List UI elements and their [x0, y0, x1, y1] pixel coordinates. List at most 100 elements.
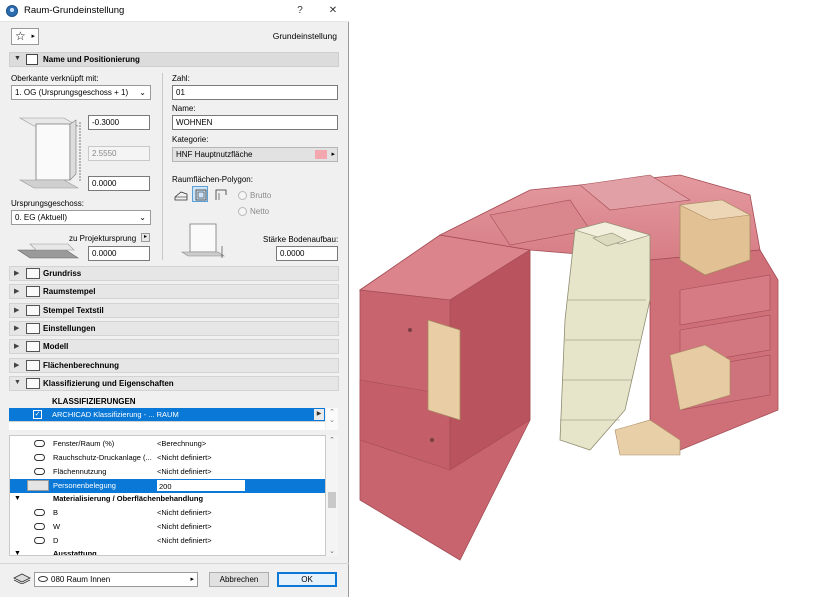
properties-scrollbar[interactable]: ⌃ ⌄ — [326, 435, 338, 556]
triangle-right-icon: ▶ — [14, 288, 20, 295]
polygon-net-button[interactable] — [192, 186, 208, 202]
polygon-gross-3d-button[interactable] — [172, 186, 188, 202]
property-group-row[interactable]: ▼ Ausstattung — [10, 547, 325, 555]
net-radio[interactable] — [238, 207, 247, 216]
property-row[interactable]: Flächennutzung <Nicht definiert> — [10, 465, 325, 479]
cancel-button[interactable]: Abbrechen — [209, 572, 269, 587]
zone-reduced-icon — [215, 189, 227, 200]
home-story-label: Ursprungsgeschoss: — [11, 199, 84, 208]
classification-heading: KLASSIFIZIERUNGEN — [52, 397, 136, 406]
property-name: B — [53, 508, 59, 517]
section-area-calculation[interactable]: ▶ Flächenberechnung — [9, 358, 339, 373]
floor-thickness-input[interactable]: 0.0000 — [276, 246, 338, 261]
polygon-label: Raumflächen-Polygon: — [172, 175, 253, 184]
property-row[interactable]: Fenster/Raum (%) <Berechnung> — [10, 437, 325, 451]
3d-viewport[interactable] — [350, 0, 822, 597]
net-label: Netto — [250, 207, 270, 216]
property-row[interactable]: B <Nicht definiert> — [10, 506, 325, 520]
origin-toggle-button[interactable]: ▸ — [141, 233, 150, 242]
help-button[interactable]: ? — [289, 3, 311, 19]
property-value: <Nicht definiert> — [157, 453, 212, 462]
triangle-right-icon: ▸ — [190, 576, 194, 583]
triangle-right-icon: ▶ — [14, 270, 20, 277]
favorites-button[interactable]: ☆ ▸ — [11, 28, 39, 45]
eye-icon — [38, 576, 48, 582]
classification-icon — [26, 378, 40, 389]
zone-net-icon — [195, 189, 207, 201]
link-icon — [34, 454, 45, 461]
section-classification[interactable]: ▼ Klassifizierung und Eigenschaften — [9, 376, 339, 391]
property-name: Flächennutzung — [53, 467, 107, 476]
section-label: Einstellungen — [43, 324, 96, 333]
panel-header-name-position[interactable]: ▼ Name und Positionierung — [9, 52, 339, 67]
panel-title: Name und Positionierung — [43, 55, 140, 64]
triangle-right-icon[interactable]: ▶ — [314, 409, 324, 420]
polygon-reduced-button[interactable] — [212, 186, 228, 202]
gross-label: Brutto — [250, 191, 272, 200]
gross-radio[interactable] — [238, 191, 247, 200]
zone-number-input[interactable]: 01 — [172, 85, 338, 100]
triangle-down-icon: ▼ — [14, 379, 21, 386]
link-icon — [34, 440, 45, 447]
classification-scrollbar[interactable]: ⌃ ⌄ — [326, 408, 338, 430]
zone-3d-icon — [174, 191, 188, 201]
classification-row-selected[interactable]: ✓ ARCHICAD Klassifizierung - ... RAUM ▶ — [9, 408, 325, 421]
link-options-button[interactable] — [27, 480, 49, 491]
text-style-icon — [26, 305, 40, 316]
close-button[interactable]: ✕ — [322, 3, 344, 19]
property-row[interactable]: D <Nicht definiert> — [10, 534, 325, 548]
bottom-offset-input[interactable]: 0.0000 — [88, 176, 150, 191]
category-select[interactable]: HNF Hauptnutzfläche ▸ — [172, 147, 338, 162]
properties-list: Fenster/Raum (%) <Berechnung> Rauchschut… — [9, 435, 326, 556]
property-name: Rauchschutz-Druckanlage (... — [53, 453, 152, 462]
section-model[interactable]: ▶ Modell — [9, 339, 339, 354]
link-icon — [34, 537, 45, 544]
triangle-right-icon: ▶ — [14, 343, 20, 350]
zone-model-3d — [358, 174, 779, 561]
floor-thickness-diagram-icon — [181, 223, 225, 258]
section-label: Klassifizierung und Eigenschaften — [43, 379, 174, 388]
property-group-row[interactable]: ▼ Materialisierung / Oberflächenbehandlu… — [10, 492, 325, 506]
layer-select[interactable]: 080 Raum Innen ▸ — [34, 572, 198, 587]
property-value: <Berechnung> — [157, 439, 207, 448]
floorplan-icon — [26, 268, 40, 279]
zone-settings-dialog: Raum-Grundeinstellung ? ✕ ☆ ▸ Grundeinst… — [0, 0, 349, 597]
layer-value: 080 Raum Innen — [51, 575, 111, 584]
zone-name-input[interactable]: WOHNEN — [172, 115, 338, 130]
ok-button[interactable]: OK — [277, 572, 337, 587]
home-story-select[interactable]: 0. EG (Aktuell) ⌄ — [11, 210, 151, 225]
chevron-down-icon: ⌄ — [139, 213, 146, 222]
triangle-right-icon: ▶ — [14, 307, 20, 314]
height-input: 2.5550 — [88, 146, 150, 161]
to-origin-input[interactable]: 0.0000 — [88, 246, 150, 261]
layers-icon — [13, 573, 31, 584]
top-linked-select[interactable]: 1. OG (Ursprungsgeschoss + 1) ⌄ — [11, 85, 151, 100]
archicad-app-icon — [6, 5, 18, 17]
section-floorplan[interactable]: ▶ Grundriss — [9, 266, 339, 281]
scroll-up-icon[interactable]: ⌃ — [326, 436, 338, 444]
property-row[interactable]: Rauchschutz-Druckanlage (... <Nicht defi… — [10, 451, 325, 465]
triangle-right-icon: ▸ — [31, 33, 35, 40]
property-name: Personenbelegung — [53, 481, 116, 490]
footer-divider — [0, 563, 349, 564]
property-row-selected[interactable]: Personenbelegung 200 — [10, 479, 325, 493]
link-icon — [34, 523, 45, 530]
property-value: <Nicht definiert> — [157, 522, 212, 531]
name-label: Name: — [172, 104, 196, 113]
scrollbar-thumb[interactable] — [328, 492, 336, 508]
section-stamp-text-style[interactable]: ▶ Stempel Textstil — [9, 303, 339, 318]
origin-diagram-icon — [17, 243, 79, 259]
section-settings[interactable]: ▶ Einstellungen — [9, 321, 339, 336]
stamp-icon — [26, 286, 40, 297]
checkbox-checked-icon[interactable]: ✓ — [33, 410, 42, 419]
triangle-down-icon: ▼ — [14, 495, 21, 502]
property-row[interactable]: W <Nicht definiert> — [10, 520, 325, 534]
top-offset-input[interactable]: -0.3000 — [88, 115, 150, 130]
section-zone-stamp[interactable]: ▶ Raumstempel — [9, 284, 339, 299]
property-value-input[interactable]: 200 — [156, 479, 246, 492]
triangle-right-icon: ▸ — [331, 151, 335, 158]
scroll-down-icon[interactable]: ⌄ — [326, 547, 338, 555]
number-label: Zahl: — [172, 74, 190, 83]
settings-icon — [26, 323, 40, 334]
property-name: W — [53, 522, 61, 531]
